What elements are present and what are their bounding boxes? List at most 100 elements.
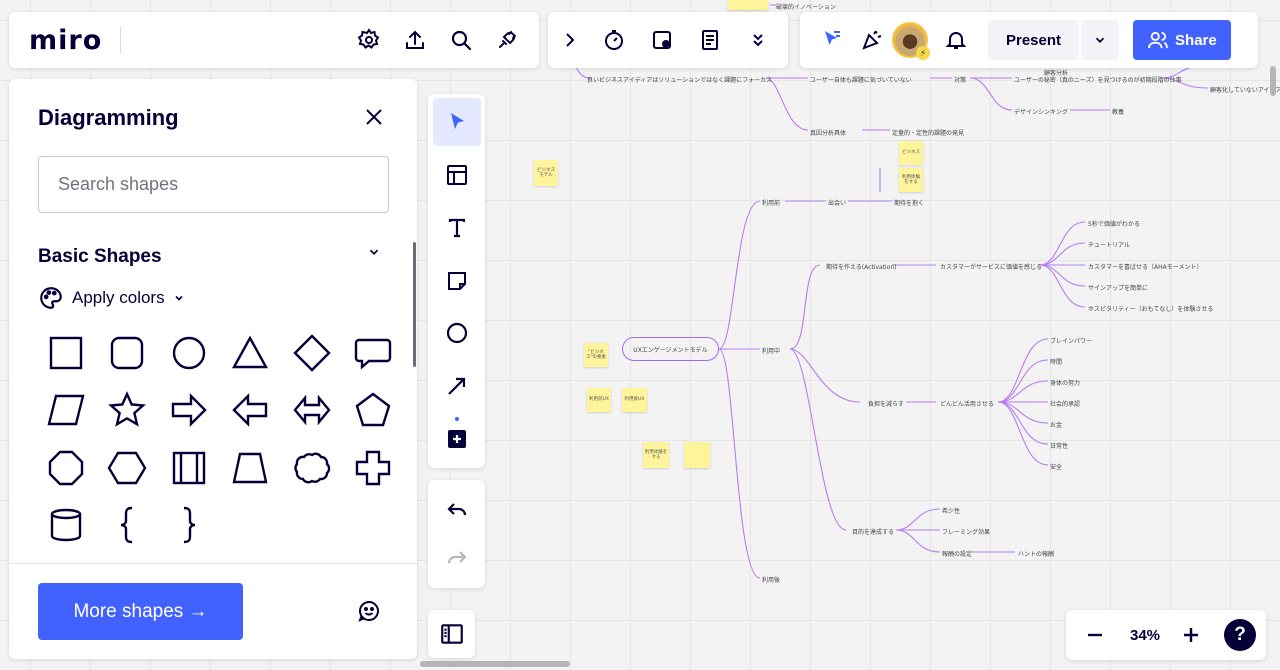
mindmap-node[interactable]: 出会い	[828, 198, 846, 207]
mindmap-node[interactable]: 5秒で価値がわかる	[1088, 219, 1140, 228]
search-shapes-input[interactable]	[38, 156, 389, 213]
timer-icon[interactable]	[594, 20, 634, 60]
shape-circle-icon[interactable]	[433, 309, 481, 357]
shape-rounded-square[interactable]	[97, 324, 159, 382]
mindmap-node[interactable]: 目的を達成する	[852, 527, 894, 536]
mindmap-node[interactable]: 社会的承認	[1050, 399, 1080, 408]
horizontal-scrollbar[interactable]	[420, 661, 570, 667]
mindmap-root-node[interactable]: UXエンゲージメントモデル	[622, 337, 719, 361]
shape-pentagon[interactable]	[343, 382, 405, 440]
mindmap-node[interactable]: 破壊的イノベーション	[776, 2, 836, 11]
mindmap-node[interactable]: チュートリアル	[1088, 240, 1130, 249]
mindmap-node[interactable]: 時間	[1050, 357, 1062, 366]
sticky-note[interactable]: 利用体験をする	[899, 168, 923, 192]
select-cursor-icon[interactable]	[432, 98, 481, 146]
mindmap-node[interactable]: 利用後	[762, 575, 780, 584]
celebrate-icon[interactable]	[852, 20, 892, 60]
sticky-note[interactable]: 利用体験をする	[643, 442, 669, 468]
shape-triangle[interactable]	[220, 324, 282, 382]
present-options-chevron-icon[interactable]	[1081, 20, 1120, 60]
mindmap-node[interactable]: 希少性	[942, 506, 960, 515]
mindmap-node[interactable]: カスタマーを喜ばせる（AHAモーメント）	[1088, 262, 1202, 271]
mindmap-node[interactable]: 定量的・定性的課題の発見	[892, 128, 964, 137]
sticky-note[interactable]: 利用前UX	[587, 388, 611, 412]
shape-arrow-left[interactable]	[220, 382, 282, 440]
mindmap-node[interactable]: 身体の努力	[1050, 378, 1080, 387]
vertical-scrollbar[interactable]	[1270, 66, 1276, 96]
mindmap-node[interactable]: ユーザーの秘密（真のニーズ）を見つけるのが初期段階の仕事	[1014, 75, 1182, 84]
upload-icon[interactable]	[395, 20, 435, 60]
mindmap-node[interactable]: フレーミング効果	[942, 527, 990, 536]
mindmap-node[interactable]: 安全	[1050, 462, 1062, 471]
zoom-out-icon[interactable]	[1080, 620, 1110, 650]
search-icon[interactable]	[441, 20, 481, 60]
mindmap-node[interactable]: 良いビジネスアイディアはソリューションではなく課題にフォーカス	[587, 75, 772, 84]
shape-cloud[interactable]	[281, 439, 343, 497]
plugin-icon[interactable]	[487, 20, 527, 60]
notes-icon[interactable]	[690, 20, 730, 60]
apply-colors-toggle[interactable]: Apply colors	[38, 285, 185, 311]
mindmap-node[interactable]: 期待を作える(Activation)	[826, 262, 897, 271]
mindmap-node[interactable]: サインアップを簡単に	[1088, 283, 1148, 292]
chevron-down-icon[interactable]	[367, 245, 381, 264]
mindmap-node[interactable]: お金	[1050, 420, 1062, 429]
more-chevron-icon[interactable]	[738, 20, 778, 60]
cursor-follow-icon[interactable]	[812, 20, 852, 60]
mindmap-node[interactable]: 利用前	[762, 198, 780, 207]
shape-brace-left[interactable]	[97, 497, 159, 555]
card-icon[interactable]	[642, 20, 682, 60]
mindmap-node[interactable]: 日常性	[1050, 441, 1068, 450]
shape-octagon[interactable]	[35, 439, 97, 497]
mindmap-node[interactable]: ブレインパワー	[1050, 336, 1092, 345]
shape-square[interactable]	[35, 324, 97, 382]
shape-arrow-right[interactable]	[158, 382, 220, 440]
share-button[interactable]: Share	[1133, 20, 1231, 60]
shape-frame-columns[interactable]	[158, 439, 220, 497]
mindmap-node[interactable]: 顧客分析	[1044, 68, 1068, 77]
mindmap-node[interactable]: 真因分析具体	[810, 128, 846, 137]
expand-chevron-icon[interactable]	[554, 20, 586, 60]
shape-parallelogram[interactable]	[35, 382, 97, 440]
shape-diamond[interactable]	[281, 324, 343, 382]
text-icon[interactable]	[433, 204, 481, 252]
help-button[interactable]: ?	[1224, 619, 1256, 651]
avatar[interactable]: ⚡	[892, 22, 930, 60]
mindmap-node[interactable]: 期待を抱く	[894, 198, 924, 207]
mindmap-node[interactable]: ホスピタリティー（おもてなし）を体験させる	[1088, 304, 1213, 313]
sticky-note[interactable]: "ビジネス"の要素	[584, 343, 608, 367]
templates-icon[interactable]	[433, 151, 481, 199]
mindmap-node[interactable]: ユーザー自体も課題に気づいていない	[810, 75, 912, 84]
shape-star[interactable]	[97, 382, 159, 440]
arrow-line-icon[interactable]	[433, 362, 481, 410]
mindmap-node[interactable]: 対策	[954, 75, 966, 84]
notifications-bell-icon[interactable]	[936, 20, 976, 60]
close-icon[interactable]	[354, 97, 394, 137]
mindmap-node[interactable]: カスタマーがサービスに価値を感じる	[940, 262, 1042, 271]
sticky-note-icon[interactable]	[433, 257, 481, 305]
shape-hexagon[interactable]	[97, 439, 159, 497]
miro-logo[interactable]: miro	[29, 25, 102, 56]
redo-icon[interactable]	[433, 534, 481, 582]
shape-brace-right[interactable]	[158, 497, 220, 555]
shape-cross[interactable]	[343, 439, 405, 497]
mindmap-node[interactable]: 負担を減らす	[868, 399, 904, 408]
sticky-note[interactable]: ビジネス	[899, 141, 923, 165]
mindmap-node[interactable]: デザインシンキング	[1014, 107, 1068, 116]
panel-scrollbar[interactable]	[413, 242, 416, 367]
mindmap-node[interactable]: 報酬の設定	[942, 549, 972, 558]
zoom-in-icon[interactable]	[1176, 620, 1206, 650]
more-shapes-button[interactable]: More shapes →	[38, 583, 243, 640]
zoom-level[interactable]: 34%	[1114, 627, 1176, 644]
mindmap-node[interactable]: ハントの報酬	[1018, 549, 1054, 558]
shape-trapezoid[interactable]	[220, 439, 282, 497]
shape-cylinder[interactable]	[35, 497, 97, 555]
mindmap-node[interactable]: どんどん活用させる	[940, 399, 994, 408]
mindmap-node[interactable]: 利用中	[762, 346, 780, 355]
sticky-note[interactable]: 利用後UX	[622, 388, 647, 412]
undo-icon[interactable]	[433, 486, 481, 534]
shape-circle[interactable]	[158, 324, 220, 382]
add-more-icon[interactable]	[433, 415, 481, 463]
sticky-note[interactable]	[728, 0, 768, 10]
frames-panel-icon[interactable]	[428, 610, 475, 658]
feedback-smiley-icon[interactable]	[349, 591, 389, 631]
